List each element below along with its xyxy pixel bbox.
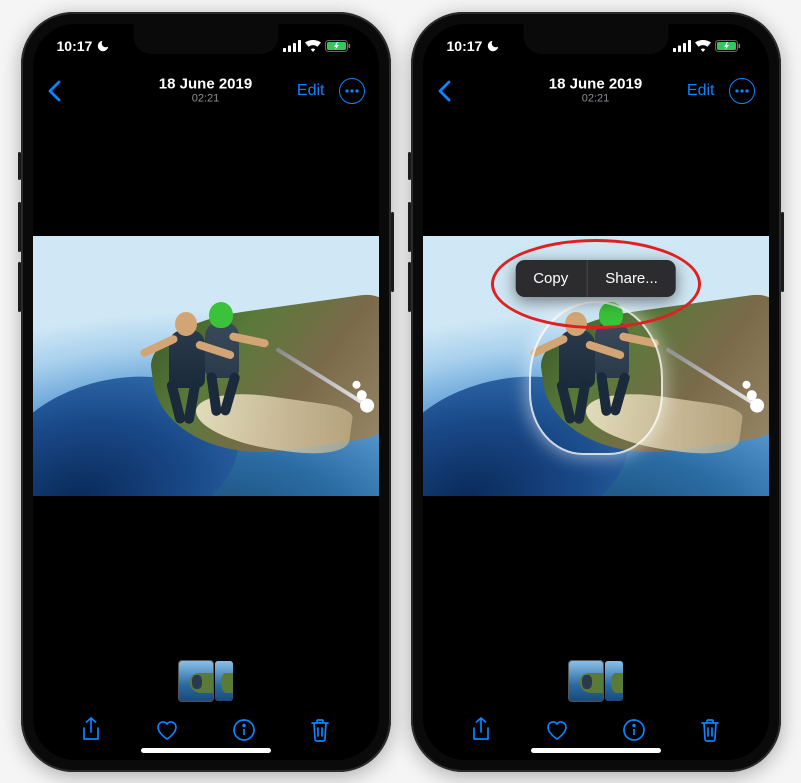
screen: 10:17 18 June (423, 24, 769, 760)
info-icon (233, 719, 255, 741)
delete-button[interactable] (300, 718, 340, 742)
ellipsis-icon (735, 89, 749, 93)
home-indicator[interactable] (141, 748, 271, 753)
notch (133, 24, 278, 54)
thumbnail-next[interactable] (605, 661, 623, 701)
nav-title: 18 June 2019 02:21 (159, 76, 252, 105)
status-time: 10:17 (447, 38, 483, 54)
volume-up-button (18, 202, 21, 252)
info-button[interactable] (614, 719, 654, 741)
power-button (391, 212, 394, 292)
cellular-signal-icon (673, 40, 691, 52)
ellipsis-icon (345, 89, 359, 93)
screen: 10:17 18 June (33, 24, 379, 760)
battery-charging-icon (715, 40, 741, 52)
back-button[interactable] (437, 80, 467, 102)
nav-header: 18 June 2019 02:21 Edit (423, 68, 769, 114)
battery-charging-icon (325, 40, 351, 52)
thumbnail-strip[interactable] (33, 658, 379, 704)
moon-icon (96, 39, 110, 53)
cellular-signal-icon (283, 40, 301, 52)
status-time: 10:17 (57, 38, 93, 54)
info-button[interactable] (224, 719, 264, 741)
favorite-button[interactable] (147, 719, 187, 741)
volume-up-button (408, 202, 411, 252)
heart-icon (545, 719, 569, 741)
silence-switch (18, 152, 21, 180)
volume-down-button (18, 262, 21, 312)
home-indicator[interactable] (531, 748, 661, 753)
photo-viewer[interactable]: Copy Share... (423, 114, 769, 658)
photo-viewer[interactable] (33, 114, 379, 658)
trash-icon (310, 718, 330, 742)
edit-button[interactable]: Edit (297, 82, 325, 100)
nav-title: 18 June 2019 02:21 (549, 76, 642, 105)
more-button[interactable] (339, 78, 365, 104)
volume-down-button (408, 262, 411, 312)
more-button[interactable] (729, 78, 755, 104)
thumbnail-next[interactable] (215, 661, 233, 701)
photo-content (33, 236, 379, 496)
trash-icon (700, 718, 720, 742)
context-copy-button[interactable]: Copy (515, 260, 586, 297)
delete-button[interactable] (690, 718, 730, 742)
favorite-button[interactable] (537, 719, 577, 741)
wifi-icon (695, 40, 711, 52)
thumbnail-current[interactable] (569, 661, 603, 701)
share-button[interactable] (461, 717, 501, 743)
chevron-left-icon (437, 80, 451, 102)
notch (523, 24, 668, 54)
share-icon (81, 717, 101, 743)
nav-header: 18 June 2019 02:21 Edit (33, 68, 379, 114)
context-menu: Copy Share... (515, 260, 676, 297)
thumbnail-current[interactable] (179, 661, 213, 701)
photo-time: 02:21 (159, 93, 252, 105)
photo-date: 18 June 2019 (159, 76, 252, 93)
iphone-frame-left: 10:17 18 June (21, 12, 391, 772)
photo-date: 18 June 2019 (549, 76, 642, 93)
power-button (781, 212, 784, 292)
thumbnail-strip[interactable] (423, 658, 769, 704)
share-icon (471, 717, 491, 743)
edit-button[interactable]: Edit (687, 82, 715, 100)
wifi-icon (305, 40, 321, 52)
photo-time: 02:21 (549, 93, 642, 105)
back-button[interactable] (47, 80, 77, 102)
moon-icon (486, 39, 500, 53)
info-icon (623, 719, 645, 741)
heart-icon (155, 719, 179, 741)
share-button[interactable] (71, 717, 111, 743)
chevron-left-icon (47, 80, 61, 102)
context-share-button[interactable]: Share... (586, 260, 676, 297)
silence-switch (408, 152, 411, 180)
iphone-frame-right: 10:17 18 June (411, 12, 781, 772)
